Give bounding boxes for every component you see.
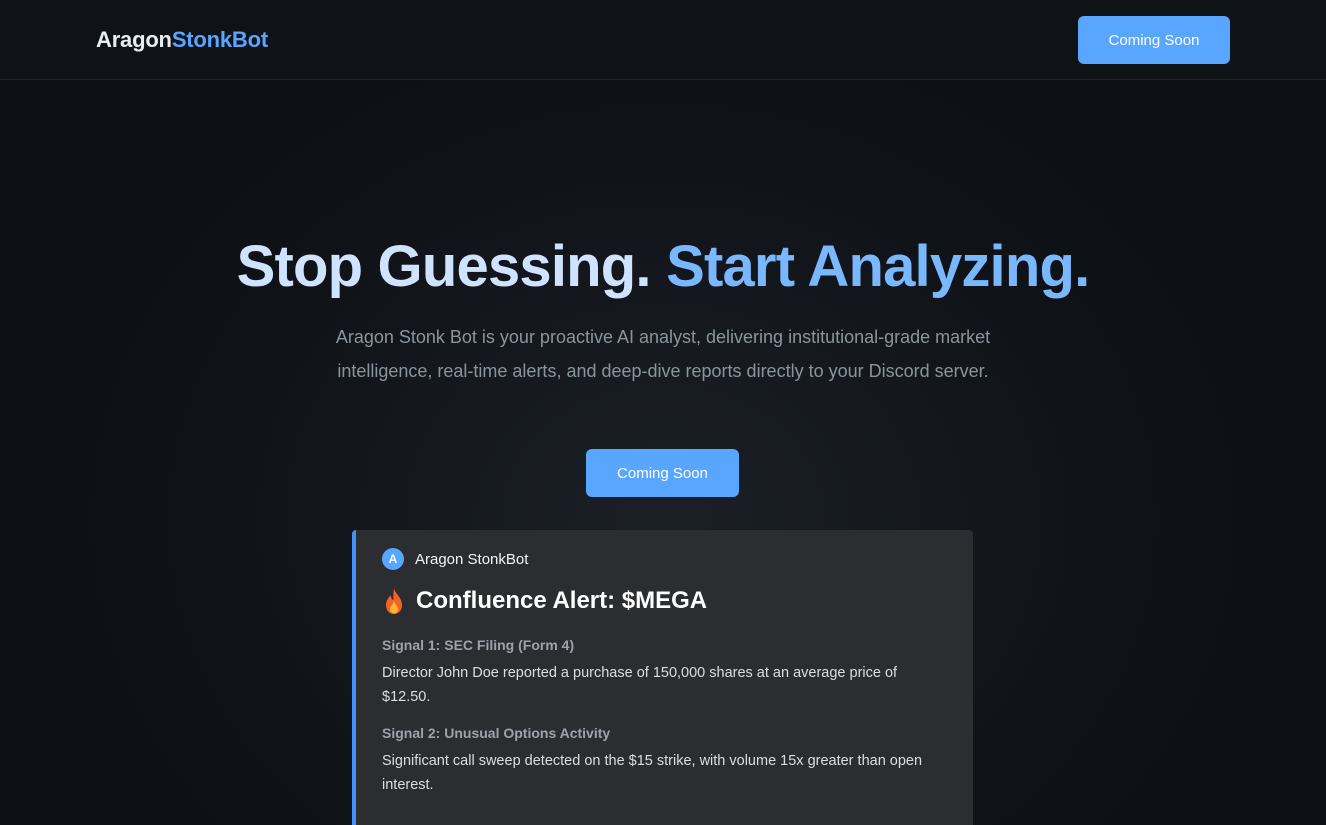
header-coming-soon-button[interactable]: Coming Soon [1078, 16, 1230, 64]
discord-alert-preview-card: A Aragon StonkBot Confluence Alert: $MEG… [352, 530, 973, 825]
bot-author-name: Aragon StonkBot [415, 550, 529, 568]
brand-logo[interactable]: Aragon StonkBot [96, 27, 268, 53]
signal-2-label: Signal 2: Unusual Options Activity [382, 725, 611, 741]
brand-name-part2: StonkBot [171, 27, 268, 52]
signal-1-text: Director John Doe reported a purchase of… [382, 665, 898, 705]
message-author: A Aragon StonkBot [382, 547, 947, 571]
top-navbar: Aragon StonkBot Coming Soon [0, 0, 1326, 80]
hero-title-part2: Start Analyzing. [666, 234, 1090, 299]
fire-icon [382, 587, 406, 615]
hero-title-part1: Stop Guessing. [236, 234, 652, 299]
hero-subtitle: Aragon Stonk Bot is your proactive AI an… [335, 327, 991, 381]
bot-avatar: A [382, 548, 404, 570]
alert-title-text: Confluence Alert: $MEGA [416, 587, 708, 614]
hero-coming-soon-button[interactable]: Coming Soon [586, 449, 739, 497]
landing-page: Aragon StonkBot Coming Soon Stop Guessing… [0, 0, 1326, 825]
signal-1-label: Signal 1: SEC Filing (Form 4) [382, 637, 575, 653]
alert-title-row: Confluence Alert: $MEGA [382, 585, 947, 617]
signal-2-text: Significant call sweep detected on the $… [382, 753, 923, 793]
brand-name-part1: Aragon [96, 27, 172, 52]
hero-title: Stop Guessing. Start Analyzing. [0, 232, 1326, 302]
